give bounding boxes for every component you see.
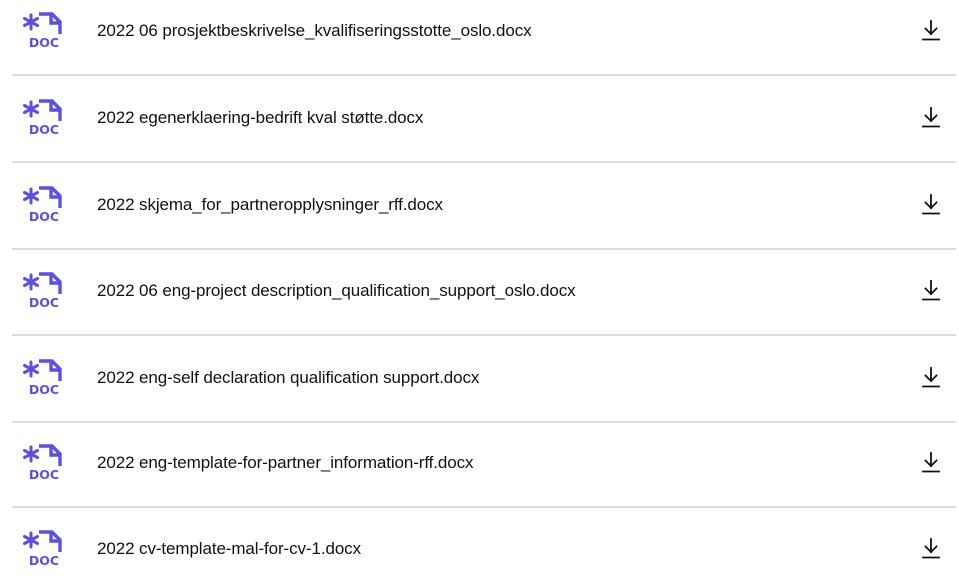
file-row[interactable]: DOC 2022 eng-self declaration qualificati… xyxy=(0,348,959,408)
download-icon[interactable] xyxy=(918,449,944,475)
file-row[interactable]: DOC 2022 06 prosjektbeskrivelse_kvalifise… xyxy=(0,1,959,61)
row-divider xyxy=(12,506,956,508)
doc-icon-label: DOC xyxy=(29,553,59,568)
file-row[interactable]: DOC 2022 eng-template-for-partner_informa… xyxy=(0,433,959,493)
file-row[interactable]: DOC 2022 egenerklaering-bedrift kval støt… xyxy=(0,88,959,148)
file-name[interactable]: 2022 cv-template-mal-for-cv-1.docx xyxy=(97,539,361,559)
download-icon[interactable] xyxy=(918,191,944,217)
row-divider xyxy=(12,161,956,163)
file-name[interactable]: 2022 06 eng-project description_qualific… xyxy=(97,281,576,301)
doc-icon-label: DOC xyxy=(29,382,59,397)
doc-file-icon: DOC xyxy=(23,272,62,310)
doc-icon-label: DOC xyxy=(29,209,59,224)
file-name[interactable]: 2022 06 prosjektbeskrivelse_kvalifiserin… xyxy=(97,21,532,41)
doc-file-icon: DOC xyxy=(23,444,62,482)
file-row[interactable]: DOC 2022 cv-template-mal-for-cv-1.docx xyxy=(0,519,959,579)
row-divider xyxy=(12,248,956,250)
doc-file-icon: DOC xyxy=(23,99,62,137)
doc-file-icon: DOC xyxy=(23,12,62,50)
file-name[interactable]: 2022 skjema_for_partneropplysninger_rff.… xyxy=(97,195,443,215)
doc-file-icon: DOC xyxy=(23,186,62,224)
download-icon[interactable] xyxy=(918,104,944,130)
doc-file-icon: DOC xyxy=(23,530,62,568)
file-row[interactable]: DOC 2022 skjema_for_partneropplysninger_r… xyxy=(0,175,959,235)
file-name[interactable]: 2022 egenerklaering-bedrift kval støtte.… xyxy=(97,108,423,128)
row-divider xyxy=(12,334,956,336)
doc-icon-label: DOC xyxy=(29,122,59,137)
doc-icon-label: DOC xyxy=(29,467,59,482)
doc-icon-label: DOC xyxy=(29,295,59,310)
file-row[interactable]: DOC 2022 06 eng-project description_quali… xyxy=(0,261,959,321)
row-divider xyxy=(12,74,956,76)
doc-file-icon: DOC xyxy=(23,359,62,397)
download-icon[interactable] xyxy=(918,535,944,561)
file-name[interactable]: 2022 eng-self declaration qualification … xyxy=(97,368,479,388)
file-name[interactable]: 2022 eng-template-for-partner_informatio… xyxy=(97,453,474,473)
download-icon[interactable] xyxy=(918,17,944,43)
file-list: DOC 2022 06 prosjektbeskrivelse_kvalifise… xyxy=(0,0,959,568)
download-icon[interactable] xyxy=(918,277,944,303)
doc-icon-label: DOC xyxy=(29,35,59,50)
download-icon[interactable] xyxy=(918,364,944,390)
row-divider xyxy=(12,421,956,423)
